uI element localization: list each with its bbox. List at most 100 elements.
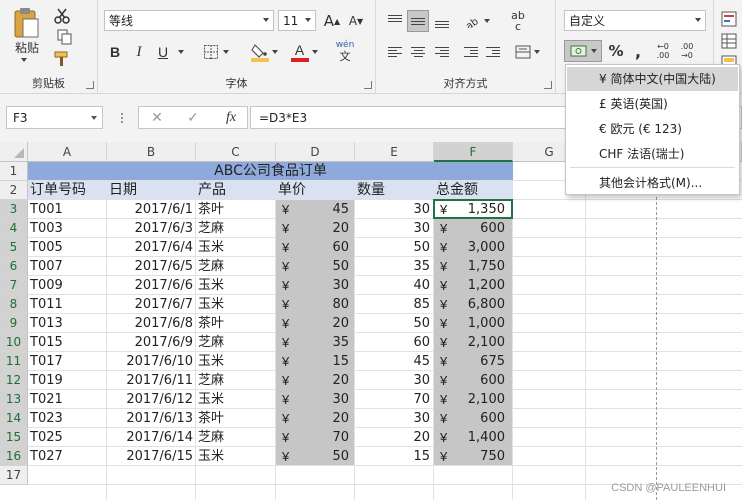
row-header-6[interactable]: 6 xyxy=(0,257,28,276)
insert-function-icon[interactable]: fx xyxy=(219,109,243,127)
chevron-down-icon[interactable] xyxy=(176,46,186,58)
cell-quantity[interactable]: 50 xyxy=(355,314,432,333)
cell-total[interactable]: 1,200 xyxy=(434,276,507,295)
cell-total[interactable]: 675 xyxy=(434,352,507,371)
cell-date[interactable]: 2017/6/15 xyxy=(107,447,196,466)
row-header-10[interactable]: 10 xyxy=(0,333,28,352)
cell-product[interactable]: 玉米 xyxy=(196,352,276,371)
cell-product[interactable]: 玉米 xyxy=(196,238,276,257)
column-header-c[interactable]: C xyxy=(196,142,276,162)
cell-product[interactable]: 芝麻 xyxy=(196,333,276,352)
format-as-table-icon[interactable] xyxy=(720,32,738,50)
font-color-icon[interactable]: A xyxy=(286,40,322,64)
underline-button[interactable]: U xyxy=(152,42,174,62)
column-header-a[interactable]: A xyxy=(28,142,107,162)
cut-icon[interactable] xyxy=(52,6,72,26)
cell-price[interactable]: 20 xyxy=(276,371,351,390)
dropdown-item-3[interactable]: CHF 法语(瑞士) xyxy=(567,142,738,166)
percent-style-button[interactable]: % xyxy=(606,40,626,62)
cell-product[interactable]: 玉米 xyxy=(196,390,276,409)
cell-quantity[interactable]: 70 xyxy=(355,390,432,409)
cell-price[interactable]: 20 xyxy=(276,314,351,333)
select-all-corner[interactable] xyxy=(0,142,28,162)
cell-price[interactable]: 60 xyxy=(276,238,351,257)
align-left-icon[interactable] xyxy=(384,42,406,62)
cell-order-id[interactable]: T027 xyxy=(28,447,107,466)
cell-quantity[interactable]: 50 xyxy=(355,238,432,257)
cell-quantity[interactable]: 35 xyxy=(355,257,432,276)
cell-date[interactable]: 2017/6/12 xyxy=(107,390,196,409)
cell-product[interactable]: 芝麻 xyxy=(196,371,276,390)
increase-indent-icon[interactable] xyxy=(482,42,504,62)
font-name-select[interactable]: 等线 xyxy=(104,10,274,31)
active-cell-f3[interactable] xyxy=(433,199,513,219)
clipboard-launcher-icon[interactable] xyxy=(86,81,94,89)
cell-quantity[interactable]: 40 xyxy=(355,276,432,295)
cell-quantity[interactable]: 20 xyxy=(355,428,432,447)
align-bottom-icon[interactable] xyxy=(431,10,453,32)
header-cell-e[interactable]: 数量 xyxy=(355,181,434,200)
cell-price[interactable]: 30 xyxy=(276,276,351,295)
row-header-16[interactable]: 16 xyxy=(0,447,28,466)
cell-product[interactable]: 玉米 xyxy=(196,295,276,314)
cell-order-id[interactable]: T011 xyxy=(28,295,107,314)
row-header-17[interactable]: 17 xyxy=(0,466,28,485)
header-cell-f[interactable]: 总金额 xyxy=(434,181,513,200)
cell-order-id[interactable]: T009 xyxy=(28,276,107,295)
cell-price[interactable]: 30 xyxy=(276,390,351,409)
align-middle-icon[interactable] xyxy=(407,10,429,32)
cell-price[interactable]: 45 xyxy=(276,200,351,219)
row-header-2[interactable]: 2 xyxy=(0,181,28,200)
column-header-d[interactable]: D xyxy=(276,142,355,162)
align-top-icon[interactable] xyxy=(384,10,406,32)
cell-total[interactable]: 1,750 xyxy=(434,257,507,276)
cell-product[interactable]: 芝麻 xyxy=(196,428,276,447)
cell-date[interactable]: 2017/6/3 xyxy=(107,219,196,238)
cell-date[interactable]: 2017/6/1 xyxy=(107,200,196,219)
cell-order-id[interactable]: T001 xyxy=(28,200,107,219)
phonetic-guide-icon[interactable]: wén 文 xyxy=(330,38,360,64)
decrease-decimal-icon[interactable]: .00 →0 xyxy=(676,40,698,62)
cell-total[interactable]: 600 xyxy=(434,219,507,238)
header-cell-d[interactable]: 单价 xyxy=(276,181,355,200)
cell-date[interactable]: 2017/6/5 xyxy=(107,257,196,276)
cell-total[interactable]: 600 xyxy=(434,371,507,390)
dropdown-item-0[interactable]: ¥ 简体中文(中国大陆) xyxy=(567,67,738,91)
cell-total[interactable]: 600 xyxy=(434,409,507,428)
cell-date[interactable]: 2017/6/7 xyxy=(107,295,196,314)
column-header-b[interactable]: B xyxy=(107,142,196,162)
cell-date[interactable]: 2017/6/8 xyxy=(107,314,196,333)
cell-order-id[interactable]: T007 xyxy=(28,257,107,276)
header-cell-c[interactable]: 产品 xyxy=(196,181,276,200)
cell-total[interactable]: 2,100 xyxy=(434,390,507,409)
cell-price[interactable]: 35 xyxy=(276,333,351,352)
cell-order-id[interactable]: T015 xyxy=(28,333,107,352)
cell-quantity[interactable]: 30 xyxy=(355,219,432,238)
alignment-launcher-icon[interactable] xyxy=(544,81,552,89)
cell-price[interactable]: 70 xyxy=(276,428,351,447)
paste-dropdown-icon[interactable] xyxy=(18,56,30,64)
orientation-icon[interactable]: ab xyxy=(460,10,494,32)
cell-date[interactable]: 2017/6/6 xyxy=(107,276,196,295)
italic-button[interactable]: I xyxy=(128,42,150,62)
align-center-icon[interactable] xyxy=(407,42,429,62)
cell-date[interactable]: 2017/6/4 xyxy=(107,238,196,257)
cell-order-id[interactable]: T025 xyxy=(28,428,107,447)
cell-price[interactable]: 50 xyxy=(276,257,351,276)
cell-total[interactable]: 750 xyxy=(434,447,507,466)
cell-product[interactable]: 玉米 xyxy=(196,447,276,466)
cell-order-id[interactable]: T003 xyxy=(28,219,107,238)
cell-order-id[interactable]: T017 xyxy=(28,352,107,371)
increase-decimal-icon[interactable]: ←0.00 xyxy=(652,40,674,62)
paste-button[interactable]: 粘贴 xyxy=(8,40,46,55)
row-header-9[interactable]: 9 xyxy=(0,314,28,333)
row-header-7[interactable]: 7 xyxy=(0,276,28,295)
cell-date[interactable]: 2017/6/11 xyxy=(107,371,196,390)
cell-order-id[interactable]: T005 xyxy=(28,238,107,257)
cell-quantity[interactable]: 60 xyxy=(355,333,432,352)
row-header-3[interactable]: 3 xyxy=(0,200,28,219)
enter-icon[interactable]: ✓ xyxy=(183,109,203,127)
dropdown-item-1[interactable]: £ 英语(英国) xyxy=(567,92,738,116)
accounting-format-button[interactable] xyxy=(564,40,602,62)
cell-product[interactable]: 芝麻 xyxy=(196,219,276,238)
